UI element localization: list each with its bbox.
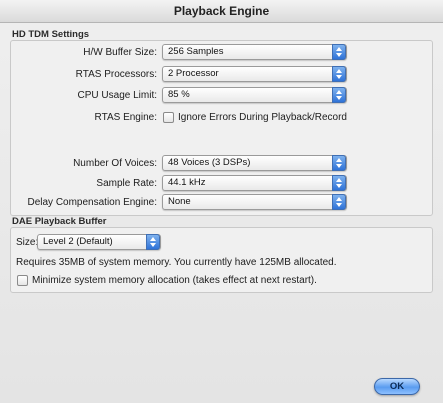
- ok-button[interactable]: OK: [374, 378, 420, 395]
- rtas-processors-value: 2 Processor: [168, 68, 219, 79]
- up-down-arrows-icon: [332, 44, 346, 60]
- hw-buffer-size-label: H/W Buffer Size:: [83, 47, 157, 58]
- cpu-usage-limit-popup[interactable]: 85 %: [162, 87, 347, 103]
- delay-compensation-popup[interactable]: None: [162, 194, 347, 210]
- delay-compensation-value: None: [168, 196, 191, 207]
- window-title: Playback Engine: [0, 0, 443, 23]
- minimize-memory-checkbox[interactable]: [17, 275, 28, 286]
- number-of-voices-popup[interactable]: 48 Voices (3 DSPs): [162, 155, 347, 171]
- sample-rate-popup[interactable]: 44.1 kHz: [162, 175, 347, 191]
- buffer-size-value: Level 2 (Default): [43, 236, 113, 247]
- number-of-voices-label: Number Of Voices:: [73, 158, 157, 169]
- memory-info-text: Requires 35MB of system memory. You curr…: [16, 257, 337, 268]
- tdm-settings-group: H/W Buffer Size: 256 Samples RTAS Proces…: [10, 40, 433, 216]
- up-down-arrows-icon: [332, 66, 346, 82]
- number-of-voices-value: 48 Voices (3 DSPs): [168, 157, 251, 168]
- ignore-errors-label: Ignore Errors During Playback/Record: [178, 112, 347, 123]
- dae-buffer-group: Size: Level 2 (Default) Requires 35MB of…: [10, 227, 433, 293]
- up-down-arrows-icon: [332, 175, 346, 191]
- up-down-arrows-icon: [332, 194, 346, 210]
- cpu-usage-limit-value: 85 %: [168, 89, 190, 100]
- cpu-usage-limit-label: CPU Usage Limit:: [77, 90, 157, 101]
- rtas-processors-popup[interactable]: 2 Processor: [162, 66, 347, 82]
- buffer-size-popup[interactable]: Level 2 (Default): [37, 234, 161, 250]
- rtas-engine-label: RTAS Engine:: [94, 112, 157, 123]
- tdm-section-label: HD TDM Settings: [12, 29, 90, 40]
- hw-buffer-size-popup[interactable]: 256 Samples: [162, 44, 347, 60]
- minimize-memory-label: Minimize system memory allocation (takes…: [32, 275, 317, 286]
- rtas-processors-label: RTAS Processors:: [75, 69, 157, 80]
- hw-buffer-size-value: 256 Samples: [168, 46, 224, 57]
- dae-section-label: DAE Playback Buffer: [12, 216, 107, 227]
- sample-rate-value: 44.1 kHz: [168, 177, 206, 188]
- up-down-arrows-icon: [332, 155, 346, 171]
- up-down-arrows-icon: [146, 234, 160, 250]
- playback-engine-window: Playback Engine HD TDM Settings H/W Buff…: [0, 0, 443, 403]
- buffer-size-label: Size:: [16, 237, 39, 248]
- up-down-arrows-icon: [332, 87, 346, 103]
- sample-rate-label: Sample Rate:: [96, 178, 157, 189]
- delay-compensation-label: Delay Compensation Engine:: [27, 197, 157, 208]
- ignore-errors-checkbox[interactable]: [163, 112, 174, 123]
